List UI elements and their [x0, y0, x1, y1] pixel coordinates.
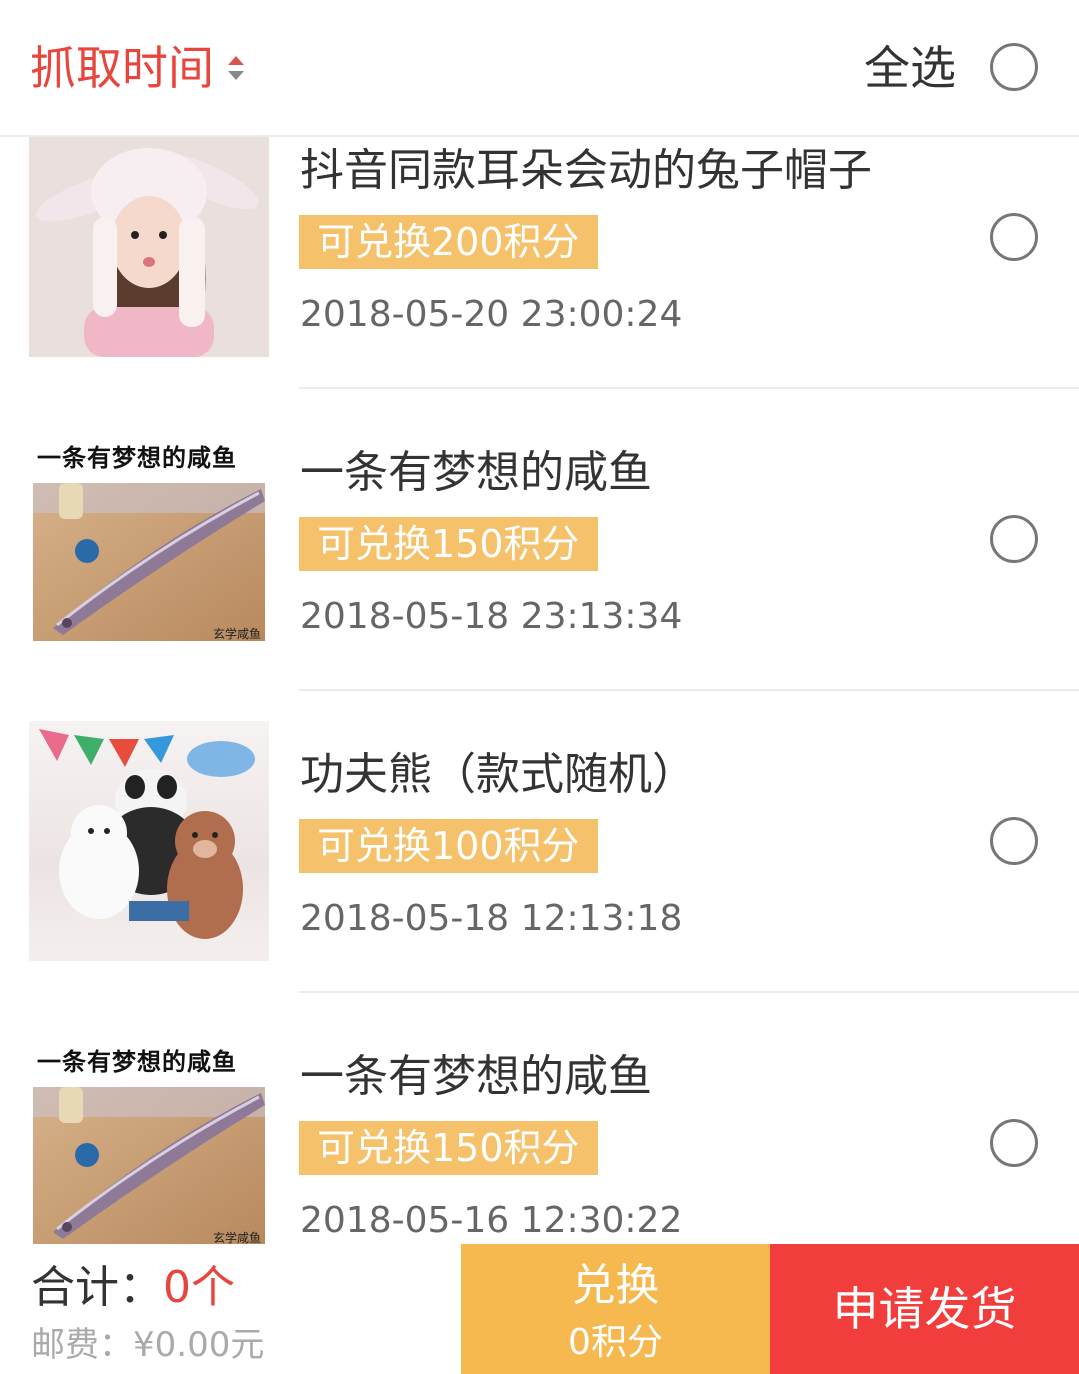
image-caption: 一条有梦想的咸鱼 — [37, 1047, 237, 1076]
sort-by-grab-time[interactable]: 抓取时间 — [30, 36, 244, 100]
exchange-points: 0积分 — [568, 1322, 663, 1363]
item-title: 一条有梦想的咸鱼 — [300, 447, 652, 498]
apply-shipping-button[interactable]: 申请发货 — [770, 1244, 1079, 1374]
item-select-radio[interactable] — [990, 817, 1038, 865]
total-summary: 合计：0个 — [31, 1260, 235, 1316]
sort-toggle-icon — [228, 56, 244, 80]
item-select-radio[interactable] — [990, 213, 1038, 261]
exchange-label: 兑换 — [571, 1260, 660, 1311]
points-badge: 可兑换200积分 — [299, 215, 598, 269]
item-title: 功夫熊（款式随机） — [300, 749, 696, 800]
select-all-label[interactable]: 全选 — [864, 36, 956, 100]
total-label: 合计： — [31, 1262, 163, 1313]
list-item[interactable]: 一条有梦想的咸鱼 玄学咸鱼 一条有梦想的咸鱼 可兑换150积分 2018-05-… — [0, 389, 1079, 691]
grab-time: 2018-05-18 23:13:34 — [300, 596, 683, 637]
item-title: 一条有梦想的咸鱼 — [300, 1051, 652, 1102]
total-count: 0个 — [163, 1262, 235, 1313]
grab-time: 2018-05-18 12:13:18 — [300, 898, 683, 939]
item-select-radio[interactable] — [990, 1119, 1038, 1167]
shipping-fee: 邮费：¥0.00元 — [31, 1325, 265, 1365]
points-badge: 可兑换150积分 — [299, 1121, 598, 1175]
bottom-action-bar: 合计：0个 邮费：¥0.00元 兑换 0积分 申请发货 — [0, 1244, 1079, 1374]
exchange-button[interactable]: 兑换 0积分 — [461, 1244, 770, 1374]
item-title: 抖音同款耳朵会动的兔子帽子 — [300, 145, 872, 196]
product-image — [29, 137, 269, 357]
points-badge: 可兑换100积分 — [299, 819, 598, 873]
points-badge: 可兑换150积分 — [299, 517, 598, 571]
grab-time: 2018-05-16 12:30:22 — [300, 1200, 683, 1241]
list-item[interactable]: 功夫熊（款式随机） 可兑换100积分 2018-05-18 12:13:18 — [0, 691, 1079, 993]
product-image: 一条有梦想的咸鱼 玄学咸鱼 — [29, 439, 269, 644]
image-watermark: 玄学咸鱼 — [212, 627, 261, 641]
select-all-radio[interactable] — [990, 43, 1038, 91]
item-select-radio[interactable] — [990, 515, 1038, 563]
sort-label: 抓取时间 — [30, 41, 214, 95]
product-image — [29, 721, 269, 961]
grab-time: 2018-05-20 23:00:24 — [300, 294, 683, 335]
header-bar: 抓取时间 全选 — [0, 0, 1079, 137]
image-caption: 一条有梦想的咸鱼 — [37, 443, 237, 472]
product-image: 一条有梦想的咸鱼 玄学咸鱼 — [29, 1043, 269, 1248]
